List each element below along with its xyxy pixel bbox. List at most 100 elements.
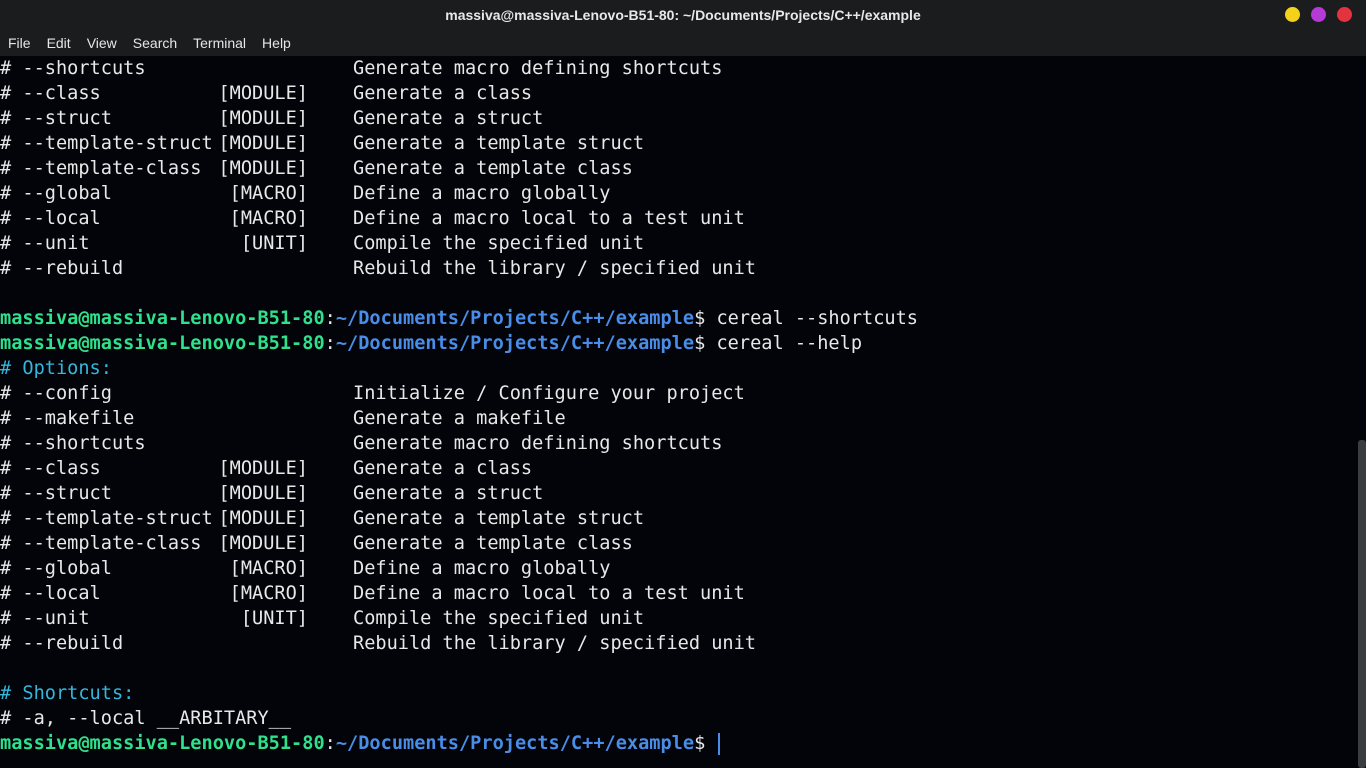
option-description: Generate a struct (353, 108, 544, 129)
terminal-line: # --template-struct [MODULE] Generate a te… (0, 131, 1360, 156)
terminal-line: massiva@massiva-Lenovo-B51-80:~/Document… (0, 731, 1360, 756)
prompt-symbol: $ (694, 733, 706, 754)
option-flag: # --rebuild (0, 633, 124, 654)
shortcut-entry: # -a, --local __ARBITARY__ (0, 708, 292, 729)
option-description: Generate macro defining shortcuts (353, 433, 723, 454)
option-flag: # --class (0, 458, 101, 479)
option-description: Compile the specified unit (353, 608, 645, 629)
option-flag: # --template-class (0, 158, 202, 179)
terminal-line: # --local [MACRO] Define a macro local to … (0, 581, 1360, 606)
option-argument: [MODULE] (218, 483, 308, 504)
prompt-user-host: massiva@massiva-Lenovo-B51-80 (0, 333, 325, 354)
option-description: Generate macro defining shortcuts (353, 58, 723, 79)
terminal-line: # --global [MACRO] Define a macro globally (0, 181, 1360, 206)
option-flag: # --config (0, 383, 112, 404)
option-description: Define a macro globally (353, 183, 611, 204)
option-flag: # --template-class (0, 533, 202, 554)
menu-help[interactable]: Help (254, 35, 299, 51)
terminal-line: # --template-class [MODULE] Generate a tem… (0, 156, 1360, 181)
option-argument: [MODULE] (218, 533, 308, 554)
prompt-symbol: $ (694, 333, 706, 354)
text-cursor (718, 732, 721, 755)
option-argument: [MODULE] (218, 133, 308, 154)
window-controls (1285, 7, 1352, 22)
option-flag: # --class (0, 83, 101, 104)
option-argument: [MODULE] (218, 83, 308, 104)
terminal-line: massiva@massiva-Lenovo-B51-80:~/Document… (0, 306, 1360, 331)
option-description: Initialize / Configure your project (353, 383, 745, 404)
minimize-button[interactable] (1285, 7, 1300, 22)
terminal-line: # Shortcuts: (0, 681, 1360, 706)
menu-terminal[interactable]: Terminal (185, 35, 254, 51)
terminal-line: # --global [MACRO] Define a macro globally (0, 556, 1360, 581)
prompt-user-host: massiva@massiva-Lenovo-B51-80 (0, 733, 325, 754)
terminal-line: # --class [MODULE] Generate a class (0, 456, 1360, 481)
terminal-line: # --rebuild Rebuild the library / specifi… (0, 256, 1360, 281)
option-flag: # --shortcuts (0, 433, 146, 454)
option-flag: # --shortcuts (0, 58, 146, 79)
option-description: Rebuild the library / specified unit (353, 258, 756, 279)
option-flag: # --global (0, 183, 112, 204)
option-description: Generate a template class (353, 533, 633, 554)
option-description: Generate a class (353, 83, 533, 104)
menu-view[interactable]: View (79, 35, 125, 51)
terminal-line: # --struct [MODULE] Generate a struct (0, 481, 1360, 506)
terminal-line: massiva@massiva-Lenovo-B51-80:~/Document… (0, 331, 1360, 356)
option-flag: # --struct (0, 108, 112, 129)
terminal-line: # --config Initialize / Configure your pr… (0, 381, 1360, 406)
terminal-output[interactable]: # --shortcuts Generate macro defining sho… (0, 56, 1366, 768)
option-description: Compile the specified unit (353, 233, 645, 254)
option-description: Define a macro globally (353, 558, 611, 579)
close-button[interactable] (1337, 7, 1352, 22)
option-flag: # --global (0, 558, 112, 579)
option-argument: [MODULE] (218, 458, 308, 479)
option-argument: [UNIT] (240, 233, 308, 254)
prompt-colon: : (324, 733, 336, 754)
window-titlebar[interactable]: massiva@massiva-Lenovo-B51-80: ~/Documen… (0, 0, 1366, 30)
menu-file[interactable]: File (0, 35, 39, 51)
option-description: Generate a template struct (353, 508, 645, 529)
option-description: Generate a class (353, 458, 533, 479)
prompt-symbol: $ (694, 308, 706, 329)
option-description: Generate a makefile (353, 408, 566, 429)
option-argument: [MACRO] (229, 208, 308, 229)
terminal-line: # -a, --local __ARBITARY__ (0, 706, 1360, 731)
prompt-path: ~/Documents/Projects/C++/example (335, 308, 695, 329)
option-flag: # --local (0, 583, 101, 604)
prompt-path: ~/Documents/Projects/C++/example (335, 733, 695, 754)
option-argument: [MODULE] (218, 158, 308, 179)
option-argument: [MACRO] (229, 183, 308, 204)
menu-edit[interactable]: Edit (39, 35, 79, 51)
section-heading: # Shortcuts: (0, 683, 135, 704)
menu-search[interactable]: Search (125, 35, 185, 51)
option-description: Generate a template struct (353, 133, 645, 154)
option-flag: # --struct (0, 483, 112, 504)
terminal-line: # --shortcuts Generate macro defining sho… (0, 56, 1360, 81)
option-flag: # --unit (0, 608, 90, 629)
terminal-line: # --unit [UNIT] Compile the specified unit (0, 231, 1360, 256)
option-argument: [MODULE] (218, 508, 308, 529)
terminal-line: # --struct [MODULE] Generate a struct (0, 106, 1360, 131)
maximize-button[interactable] (1311, 7, 1326, 22)
command-text: cereal --shortcuts (716, 308, 918, 329)
option-description: Generate a template class (353, 158, 633, 179)
option-flag: # --makefile (0, 408, 135, 429)
terminal-line: # --template-class [MODULE] Generate a tem… (0, 531, 1360, 556)
option-flag: # --rebuild (0, 258, 124, 279)
prompt-colon: : (324, 308, 336, 329)
window-title: massiva@massiva-Lenovo-B51-80: ~/Documen… (445, 7, 921, 23)
section-heading: # Options: (0, 358, 112, 379)
prompt-colon: : (324, 333, 336, 354)
terminal-line: # --makefile Generate a makefile (0, 406, 1360, 431)
terminal-line: # Options: (0, 356, 1360, 381)
terminal-scrollbar[interactable] (1358, 440, 1366, 768)
option-argument: [MACRO] (229, 558, 308, 579)
option-flag: # --template-struct (0, 133, 213, 154)
option-description: Define a macro local to a test unit (353, 583, 745, 604)
menu-bar: File Edit View Search Terminal Help (0, 30, 1366, 56)
